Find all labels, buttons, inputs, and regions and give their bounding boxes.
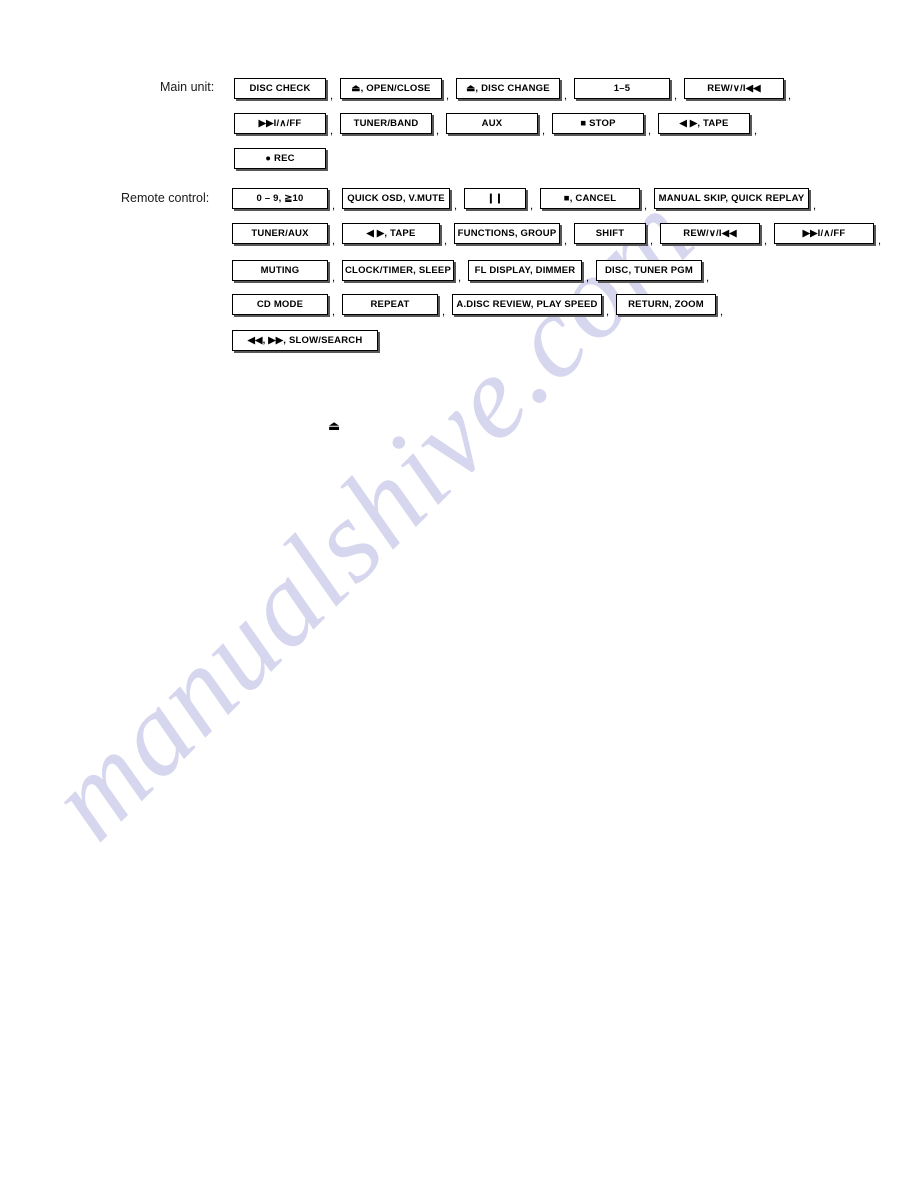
key-box-shift[interactable]: SHIFT xyxy=(574,223,646,244)
key-box-fl-display-dimmer[interactable]: FL DISPLAY, DIMMER xyxy=(468,260,582,281)
key-box-cd-mode[interactable]: CD MODE xyxy=(232,294,328,315)
list-separator: , xyxy=(446,90,450,102)
list-separator: , xyxy=(564,235,568,247)
list-separator: , xyxy=(436,125,440,137)
list-separator: , xyxy=(878,235,882,247)
remote-control-row: ◀◀, ▶▶, SLOW/SEARCH xyxy=(232,330,378,351)
list-separator: , xyxy=(530,200,534,212)
main-unit-label: Main unit: xyxy=(160,80,215,94)
key-box-a-disc-review-play-speed[interactable]: A.DISC REVIEW, PLAY SPEED xyxy=(452,294,602,315)
key-box-key[interactable]: ❙❙ xyxy=(464,188,526,209)
main-unit-row: DISC CHECK, ⏏, OPEN/CLOSE, ⏏, DISC CHANGE,… xyxy=(234,78,798,102)
list-separator: , xyxy=(606,306,610,318)
list-separator: , xyxy=(788,90,792,102)
key-box-disc-check[interactable]: DISC CHECK xyxy=(234,78,326,99)
key-box-tuner-band[interactable]: TUNER/BAND xyxy=(340,113,432,134)
list-separator: , xyxy=(332,200,336,212)
key-box-tape[interactable]: ◀ ▶, TAPE xyxy=(342,223,440,244)
list-separator: , xyxy=(454,200,458,212)
list-separator: , xyxy=(442,306,446,318)
key-box-quick-osd-v-mute[interactable]: QUICK OSD, V.MUTE xyxy=(342,188,450,209)
key-box-rec[interactable]: ● REC xyxy=(234,148,326,169)
list-separator: , xyxy=(332,235,336,247)
key-box-rew-i[interactable]: REW/∨/I◀◀ xyxy=(684,78,784,99)
list-separator: , xyxy=(458,272,462,284)
list-separator: , xyxy=(330,125,334,137)
key-box-functions-group[interactable]: FUNCTIONS, GROUP xyxy=(454,223,560,244)
key-box-disc-change[interactable]: ⏏, DISC CHANGE xyxy=(456,78,560,99)
key-box-aux[interactable]: AUX xyxy=(446,113,538,134)
list-separator: , xyxy=(586,272,590,284)
key-box-i-ff[interactable]: ▶▶I/∧/FF xyxy=(234,113,326,134)
list-separator: , xyxy=(444,235,448,247)
key-box-manual-skip-quick-replay[interactable]: MANUAL SKIP, QUICK REPLAY xyxy=(654,188,809,209)
key-box-repeat[interactable]: REPEAT xyxy=(342,294,438,315)
key-box-slow-search[interactable]: ◀◀, ▶▶, SLOW/SEARCH xyxy=(232,330,378,351)
remote-control-label: Remote control: xyxy=(121,191,210,205)
key-box-disc-tuner-pgm[interactable]: DISC, TUNER PGM xyxy=(596,260,702,281)
key-box-muting[interactable]: MUTING xyxy=(232,260,328,281)
key-box-1-5[interactable]: 1–5 xyxy=(574,78,670,99)
key-box-cancel[interactable]: ■, CANCEL xyxy=(540,188,640,209)
main-unit-row: ● REC xyxy=(234,148,326,169)
key-box-0-9-10[interactable]: 0 – 9, ≧10 xyxy=(232,188,328,209)
list-separator: , xyxy=(813,200,817,212)
list-separator: , xyxy=(332,306,336,318)
key-box-clock-timer-sleep[interactable]: CLOCK/TIMER, SLEEP xyxy=(342,260,454,281)
list-separator: , xyxy=(764,235,768,247)
eject-icon: ⏏ xyxy=(328,419,341,434)
list-separator: , xyxy=(706,272,710,284)
remote-control-row: 0 – 9, ≧10, QUICK OSD, V.MUTE, ❙❙, ■, CANCE… xyxy=(232,188,823,212)
list-separator: , xyxy=(644,200,648,212)
remote-control-row: CD MODE, REPEAT, A.DISC REVIEW, PLAY SPEED… xyxy=(232,294,730,318)
key-box-return-zoom[interactable]: RETURN, ZOOM xyxy=(616,294,716,315)
list-separator: , xyxy=(564,90,568,102)
list-separator: , xyxy=(648,125,652,137)
list-separator: , xyxy=(650,235,654,247)
remote-control-row: TUNER/AUX, ◀ ▶, TAPE, FUNCTIONS, GROUP, SHI… xyxy=(232,223,888,247)
key-box-open-close[interactable]: ⏏, OPEN/CLOSE xyxy=(340,78,442,99)
list-separator: , xyxy=(332,272,336,284)
document-page: manualshive.com Main unit: Remote contro… xyxy=(0,0,918,1188)
page-content: Main unit: Remote control: DISC CHECK, ⏏,… xyxy=(0,0,918,1188)
remote-control-row: MUTING, CLOCK/TIMER, SLEEP, FL DISPLAY, DI… xyxy=(232,260,716,284)
list-separator: , xyxy=(754,125,758,137)
main-unit-row: ▶▶I/∧/FF, TUNER/BAND, AUX, ■ STOP, ◀ ▶, TAPE… xyxy=(234,113,764,137)
list-separator: , xyxy=(542,125,546,137)
key-box-tuner-aux[interactable]: TUNER/AUX xyxy=(232,223,328,244)
key-box-tape[interactable]: ◀ ▶, TAPE xyxy=(658,113,750,134)
list-separator: , xyxy=(720,306,724,318)
list-separator: , xyxy=(330,90,334,102)
key-box-i-ff[interactable]: ▶▶I/∧/FF xyxy=(774,223,874,244)
key-box-stop[interactable]: ■ STOP xyxy=(552,113,644,134)
list-separator: , xyxy=(674,90,678,102)
key-box-rew-i[interactable]: REW/∨/I◀◀ xyxy=(660,223,760,244)
